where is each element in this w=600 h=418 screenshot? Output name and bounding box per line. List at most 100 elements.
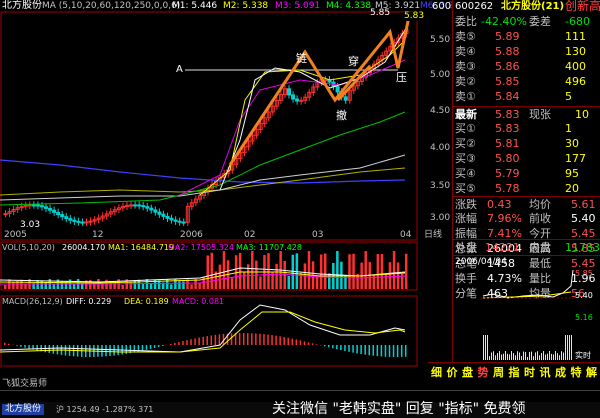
mini-realtime[interactable]: 实时 <box>575 352 591 360</box>
stat-value2: 5.40 <box>571 212 596 225</box>
ma-m4: M4: 4.338 <box>326 1 372 11</box>
mini-mid: 5.40 <box>575 291 593 300</box>
weicha-value: -680 <box>565 15 590 28</box>
mini-low: 5.16 <box>575 313 593 322</box>
buy-label: 买② <box>455 137 476 150</box>
buy-label: 买① <box>455 122 476 135</box>
stat-value2: 5.61 <box>571 198 596 211</box>
label-high: 5.85 <box>370 8 391 18</box>
watermark-text: 关注微信 "老韩实盘" 回复 "指标" 免费领 <box>272 401 526 417</box>
sell-volume: 400 <box>565 60 586 73</box>
date-2006: 2006 <box>180 230 203 240</box>
sell-label: 卖③ <box>455 60 476 73</box>
sell-price: 5.86 <box>495 60 520 73</box>
sell-volume: 111 <box>565 30 586 43</box>
stat-value: 7.96% <box>487 212 522 225</box>
quote-table: 600262 北方股份(21) 创新高 委比 -42.40% 委差 -680 卖… <box>452 0 600 362</box>
buy-label: 买④ <box>455 167 476 180</box>
mini-high: 5.85 <box>575 269 593 278</box>
buy-label: 买⑤ <box>455 182 476 195</box>
quote-tabs: 细价盘势周指时讯成特解 <box>428 362 600 379</box>
vol-ma1: MA1: 16484.719 <box>108 243 174 252</box>
buy-volume: 177 <box>565 152 586 165</box>
stat-label: 涨跌 <box>455 198 477 211</box>
price-tick-350: 3.50 <box>430 181 451 191</box>
sell-volume: 130 <box>565 45 586 58</box>
neipan-value: 11783 <box>565 241 600 254</box>
buy-price: 5.79 <box>495 167 520 180</box>
sell-label: 卖⑤ <box>455 30 476 43</box>
macd-diff: DIFF: 0.229 <box>66 297 112 306</box>
buy-label: 买③ <box>455 152 476 165</box>
quote-name: 北方股份(21) <box>501 1 565 12</box>
buy-price: 5.78 <box>495 182 520 195</box>
sell-price: 5.85 <box>495 75 520 88</box>
stat-label2: 前收 <box>529 212 551 225</box>
stat-value: 0.43 <box>487 198 512 211</box>
weibi-label: 委比 <box>455 15 477 28</box>
sell-label: 卖② <box>455 75 476 88</box>
stat-label2: 均价 <box>529 198 551 211</box>
taskbar: 北方股份 沪 1254.49 -1.287% 371 关注微信 "老韩实盘" 回… <box>0 402 600 418</box>
vol-ma2: MA2: 17505.324 <box>168 243 234 252</box>
price-tick-300: 3.00 <box>430 213 451 223</box>
sell-label: 卖① <box>455 90 476 103</box>
ma-m3: M3: 5.091 <box>275 1 321 11</box>
date-03: 03 <box>312 230 324 240</box>
kline-chart[interactable]: 北方股份 MA (5,10,20,60,120,250,0,0,6) M1: 5… <box>0 0 454 378</box>
waipan-value: 14221 <box>485 241 520 254</box>
xz-label: 现张 <box>529 108 551 121</box>
macd-dea: DEA: 0.189 <box>124 297 169 306</box>
sell-label: 卖④ <box>455 45 476 58</box>
date-12: 12 <box>92 230 104 240</box>
stat-label: 涨幅 <box>455 212 477 225</box>
sell-price: 5.84 <box>495 90 520 103</box>
macd-value: MACD: 0.081 <box>172 297 225 306</box>
volume-bars <box>4 251 408 289</box>
label-ya: 压 <box>396 71 407 84</box>
app-name: 飞狐交易师 <box>2 379 48 389</box>
taskbar-stock[interactable]: 北方股份 <box>2 404 45 415</box>
taskbar-index: 沪 1254.49 -1.287% 371 <box>56 405 154 414</box>
price-tick-400: 4.00 <box>430 143 451 153</box>
app-status: 飞狐交易师 <box>0 378 600 402</box>
buy-price: 5.80 <box>495 152 520 165</box>
date-axis-unit: 日线 <box>424 230 443 240</box>
date-2005: 2005 <box>4 230 27 240</box>
date-02: 02 <box>244 230 256 240</box>
quote-code: 600262 <box>455 1 494 12</box>
buy-price: 5.81 <box>495 137 520 150</box>
price-tick-550: 5.50 <box>430 35 451 45</box>
sell-volume: 496 <box>565 75 586 88</box>
label-chuan: 穿 <box>348 55 359 68</box>
ma-m1: M1: 5.446 <box>172 1 218 11</box>
label-che: 撤 <box>336 109 347 122</box>
ma-params: MA (5,10,20,60,120,250,0,0,6) <box>42 1 181 11</box>
sell-volume: 5 <box>565 90 572 103</box>
ma-m2: M2: 5.338 <box>223 1 269 11</box>
macd-label: MACD(26,12,9) <box>2 297 63 306</box>
weibi-value: -42.40% <box>481 15 527 28</box>
chart-stock-name: 北方股份 <box>2 0 42 11</box>
weicha-label: 委差 <box>529 15 551 28</box>
buy-volume: 1 <box>565 122 572 135</box>
macd-bars <box>4 333 407 357</box>
label-lian: 链 <box>296 52 307 65</box>
neipan-label: 内盘 <box>529 241 551 254</box>
last-price: 5.83 <box>495 108 520 121</box>
new-high-label: 创新高 <box>565 0 600 13</box>
buy-volume: 30 <box>565 137 579 150</box>
buy-volume: 95 <box>565 167 579 180</box>
buy-price: 5.83 <box>495 122 520 135</box>
waipan-label: 外盘 <box>455 241 477 254</box>
sell-price: 5.89 <box>495 30 520 43</box>
label-a: A <box>176 64 183 75</box>
buy-volume: 20 <box>565 182 579 195</box>
price-tick-500: 5.00 <box>430 70 451 80</box>
label-low: 3.03 <box>20 220 41 230</box>
sell-price: 5.88 <box>495 45 520 58</box>
last-label: 最新 <box>455 108 477 121</box>
price-tick-450: 4.50 <box>430 106 451 116</box>
mini-intraday[interactable]: 2006/04/04 5.85 5.40 5.16 实时 <box>453 255 600 362</box>
kline-svg[interactable] <box>0 0 428 378</box>
